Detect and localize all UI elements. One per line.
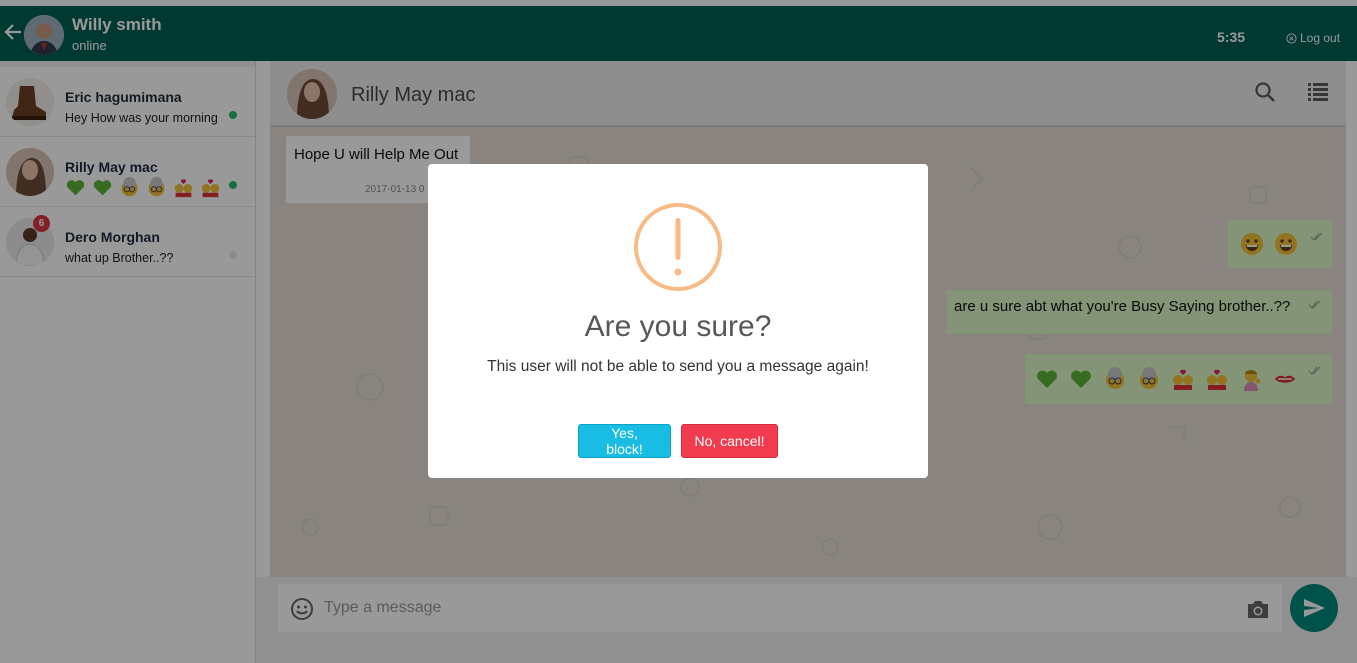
confirm-block-button[interactable]: Yes, block!	[578, 424, 671, 458]
confirm-dialog: Are you sure? This user will not be able…	[428, 164, 928, 478]
warning-icon	[634, 203, 722, 291]
dialog-title: Are you sure?	[584, 310, 772, 343]
dialog-message: This user will not be able to send you a…	[487, 358, 869, 375]
cancel-button[interactable]: No, cancel!	[681, 424, 778, 458]
